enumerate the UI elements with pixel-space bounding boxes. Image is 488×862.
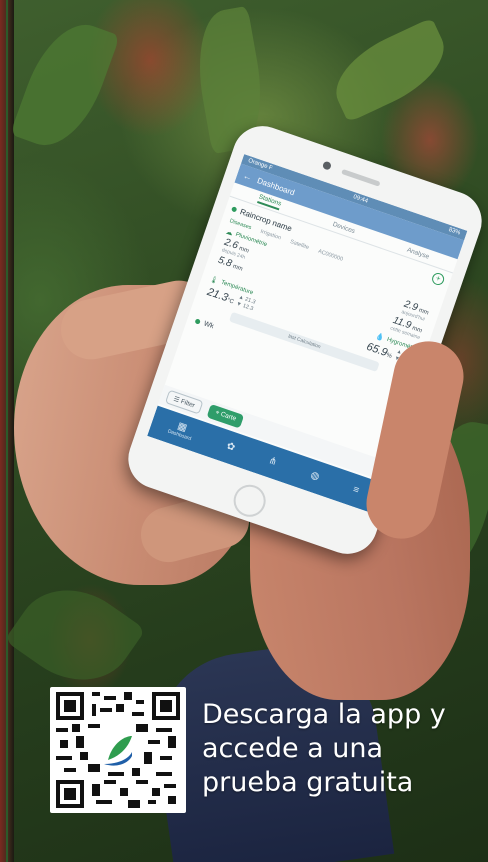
promo-line-3: prueba gratuita xyxy=(202,767,414,798)
promo-line-2: accede a una xyxy=(202,733,384,764)
home-button[interactable] xyxy=(229,480,270,522)
hygrometry-unit: % xyxy=(385,352,393,360)
hero-photo: Orange F 09:44 83% ← Dashboard Stations … xyxy=(0,0,488,862)
alerts-icon: ✿ xyxy=(225,440,237,454)
front-camera xyxy=(321,160,333,171)
leaf xyxy=(9,11,121,159)
precip-other-value: 5.8 xyxy=(216,254,234,270)
temperature-range: ▲ 21.3 ▼ 12.3 xyxy=(235,294,256,313)
add-icon[interactable]: + xyxy=(430,271,446,287)
promo-line-1: Descarga la app y xyxy=(202,699,446,730)
promo-text: Descarga la app y accede a una prueba gr… xyxy=(202,698,482,800)
map-label: Carte xyxy=(219,410,238,423)
temperature-unit: °C xyxy=(226,297,235,306)
nav-more[interactable]: ≡ xyxy=(351,484,361,497)
leaf xyxy=(4,566,146,704)
nav-dashboard[interactable]: ▦ Dashboard xyxy=(167,419,195,443)
station-status-dot xyxy=(231,205,238,213)
left-frame-line xyxy=(6,0,8,862)
nav-network[interactable]: ⋔ xyxy=(267,455,279,469)
qr-code[interactable] xyxy=(50,687,186,813)
qr-code-pattern xyxy=(56,692,180,808)
filter-label: Filter xyxy=(179,398,196,410)
nav-alerts[interactable]: ✿ xyxy=(225,440,237,454)
globe-icon: ◍ xyxy=(309,469,321,483)
back-arrow-icon[interactable]: ← xyxy=(242,170,254,182)
phone-speaker xyxy=(341,168,381,187)
precip-other-unit: mm xyxy=(231,263,244,273)
network-icon: ⋔ xyxy=(267,455,279,469)
leaf xyxy=(322,17,458,123)
menu-icon: ≡ xyxy=(351,484,361,497)
station-status-dot xyxy=(194,318,201,325)
second-station-name: Wk xyxy=(202,320,215,331)
nav-map[interactable]: ◍ xyxy=(309,469,321,483)
